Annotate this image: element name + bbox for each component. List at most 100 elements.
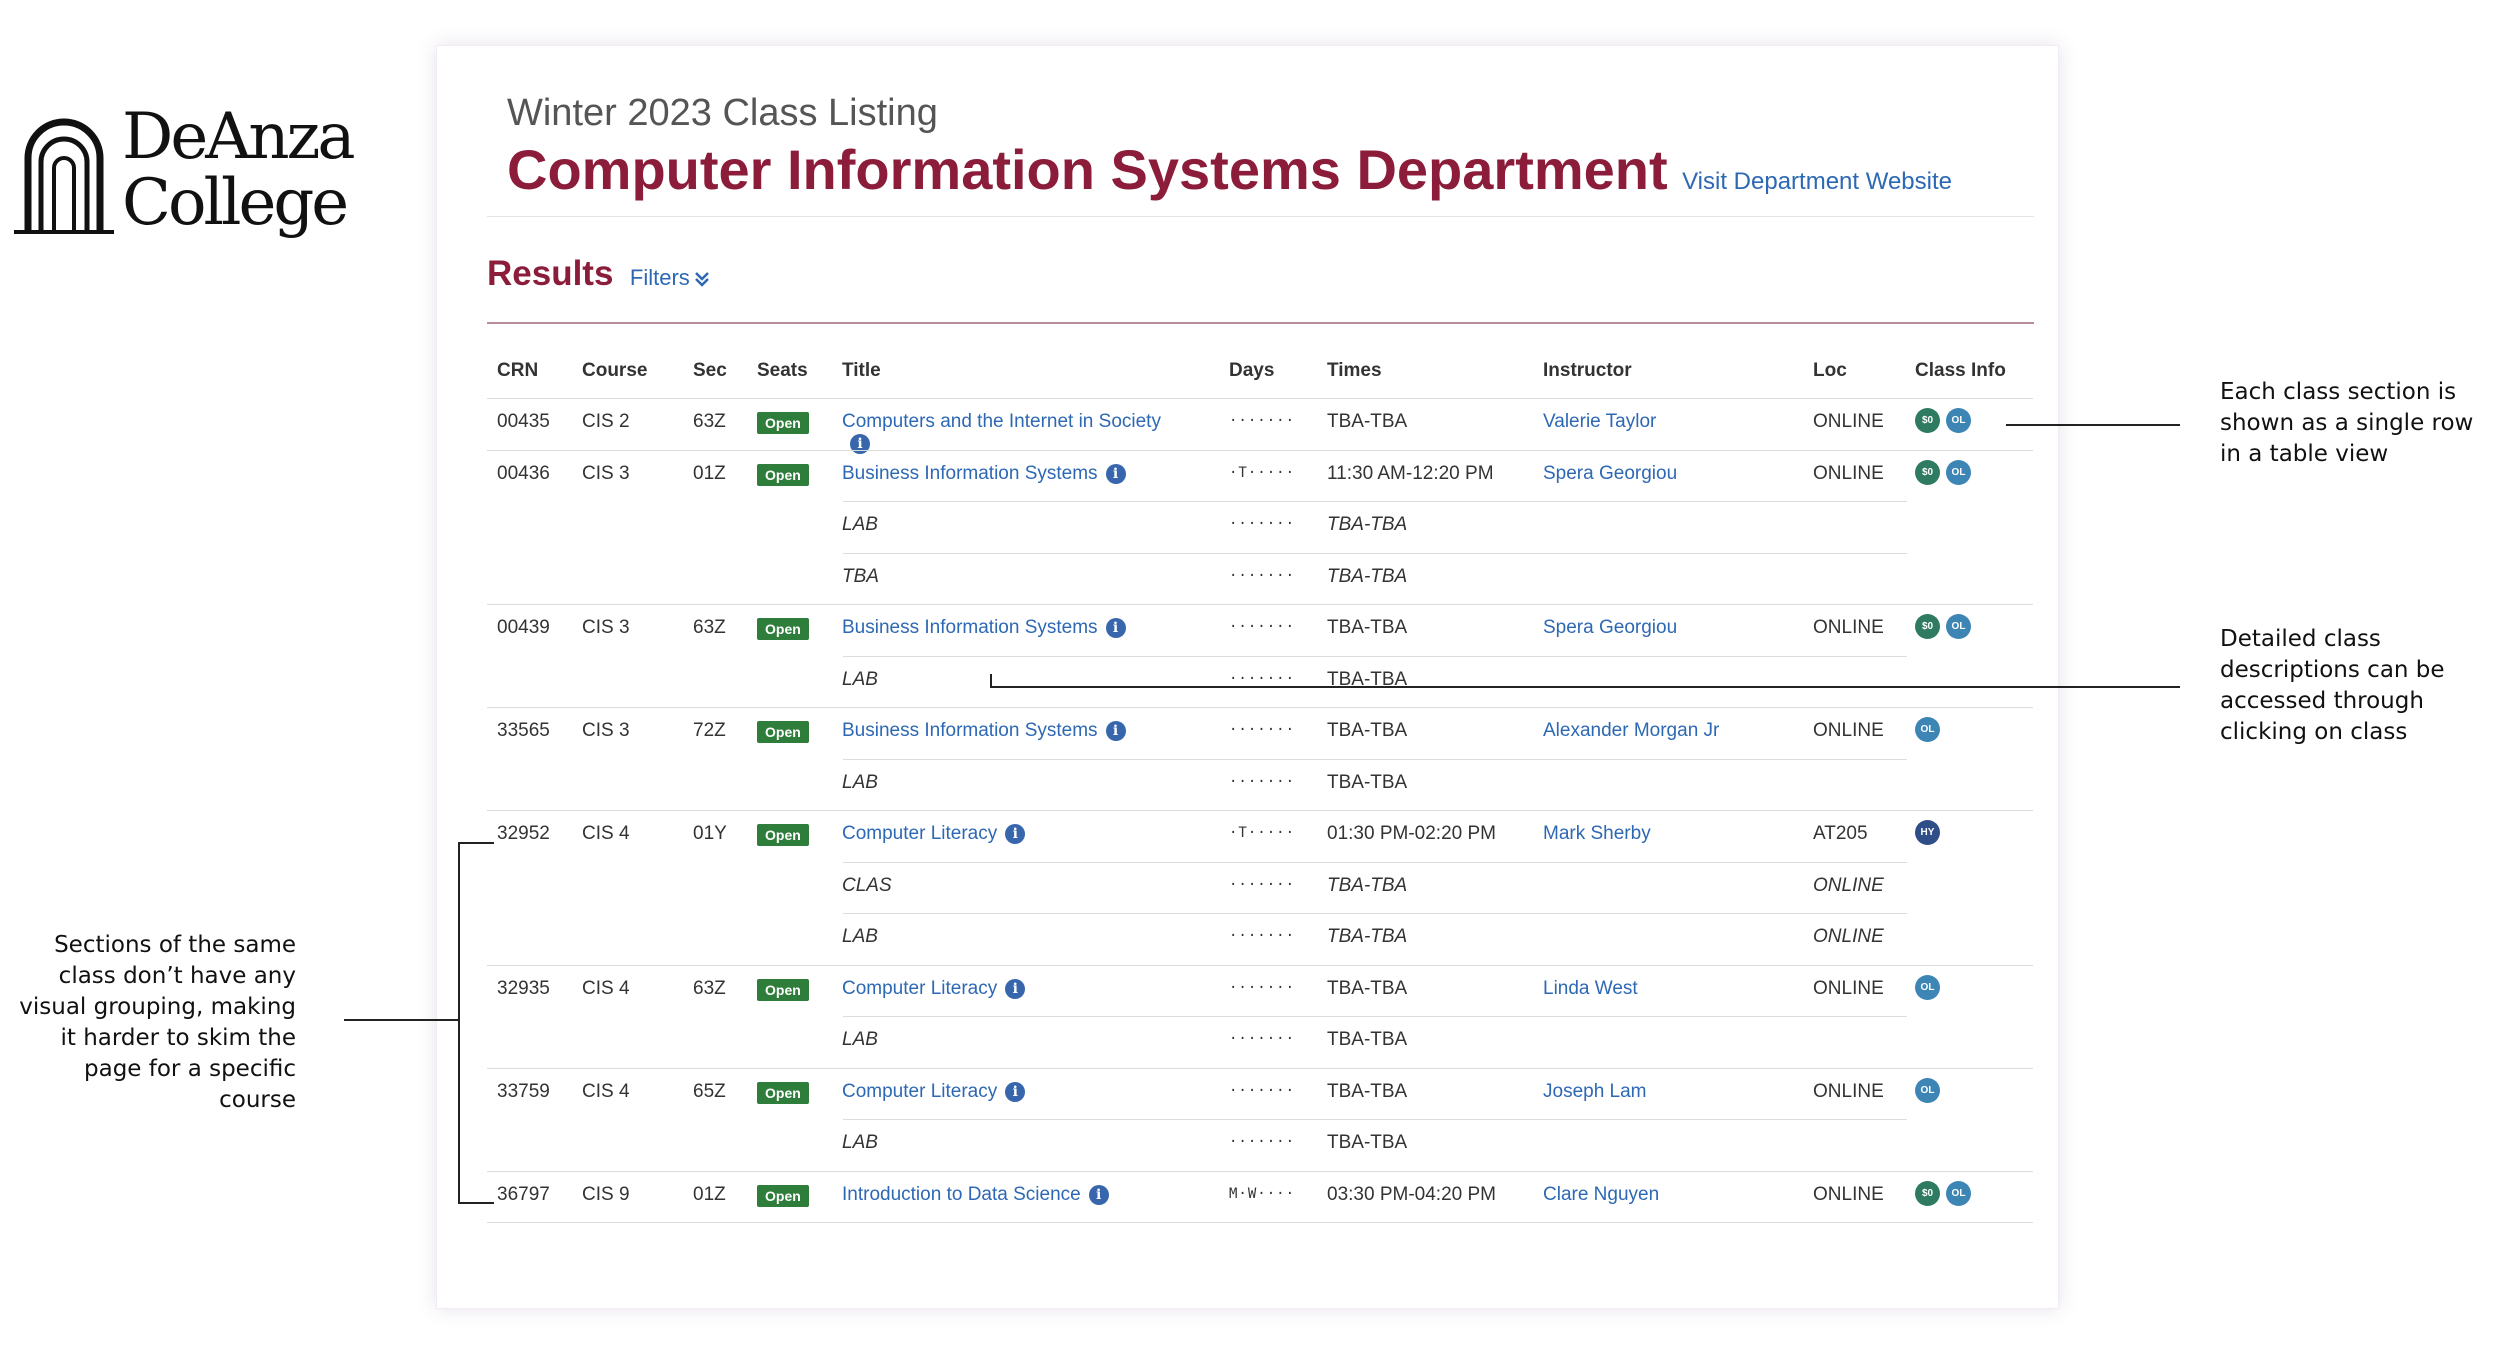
zero-cost-badge[interactable]: $0 [1915, 614, 1940, 639]
online-badge[interactable]: OL [1915, 717, 1940, 742]
class-title-link[interactable]: Introduction to Data Science i [842, 1184, 1109, 1206]
class-title-link[interactable]: Business Information Systems i [842, 463, 1126, 485]
meeting-type-cell: LAB [842, 668, 878, 690]
table-subrow: LAB ······· TBA-TBA [487, 501, 2033, 553]
info-icon[interactable]: i [1005, 978, 1026, 999]
page-subtitle: Winter 2023 Class Listing [507, 92, 938, 134]
filters-toggle[interactable]: Filters [630, 265, 710, 290]
times-cell: TBA-TBA [1327, 1132, 1408, 1153]
class-title-text[interactable]: Computer Literacy [842, 1081, 997, 1102]
days-cell: ·T····· [1229, 464, 1296, 481]
results-header: Results Filters [487, 254, 710, 294]
location-cell: ONLINE [1813, 1080, 1884, 1102]
table-row: 33759 CIS 4 65Z Open Computer Literacy i ·····… [487, 1068, 2033, 1120]
online-badge[interactable]: OL [1946, 459, 1971, 485]
table-subrow: LAB ······· TBA-TBA [487, 1119, 2033, 1171]
class-title-link[interactable]: Computer Literacy i [842, 978, 1026, 1000]
annotation-bracket [458, 842, 460, 1204]
instructor-link[interactable]: Mark Sherby [1543, 823, 1651, 845]
instructor-link[interactable]: Joseph Lam [1543, 1081, 1647, 1103]
times-cell: TBA-TBA [1327, 514, 1408, 535]
annotation-line [344, 1019, 460, 1021]
online-badge[interactable]: OL [1915, 1077, 1940, 1103]
class-title-text[interactable]: Computer Literacy [842, 823, 997, 844]
table-subrow: LAB ······· TBA-TBA [487, 656, 2033, 708]
times-cell: TBA-TBA [1327, 771, 1408, 793]
days-cell: ······· [1229, 567, 1296, 584]
class-info-badges: OL [1915, 1077, 1946, 1103]
instructor-link[interactable]: Clare Nguyen [1543, 1184, 1659, 1206]
th-title: Title [842, 360, 881, 381]
table-header-row: CRN Course Sec Seats Title Days Times Instructo… [487, 346, 2033, 398]
info-icon[interactable]: i [1105, 618, 1126, 638]
zero-cost-badge[interactable]: $0 [1915, 459, 1940, 485]
class-title-text[interactable]: Introduction to Data Science [842, 1184, 1081, 1205]
days-cell: ······· [1229, 1134, 1296, 1150]
annotation-tick [990, 674, 992, 688]
th-sec: Sec [693, 360, 727, 381]
meeting-type-cell: LAB [842, 1132, 878, 1153]
zero-cost-badge[interactable]: $0 [1915, 1180, 1940, 1206]
class-title-link[interactable]: Business Information Systems i [842, 720, 1126, 742]
class-title-text[interactable]: Business Information Systems [842, 720, 1098, 741]
instructor-link[interactable]: Alexander Morgan Jr [1543, 720, 1719, 742]
th-seats: Seats [757, 360, 808, 381]
department-website-link[interactable]: Visit Department Website [1682, 168, 1952, 195]
days-cell: ······· [1229, 1031, 1296, 1047]
instructor-link[interactable]: Spera Georgiou [1543, 617, 1677, 639]
annotation-descriptions: Detailed class descriptions can be acces… [2220, 626, 2445, 745]
crn-cell: 00435 [497, 411, 550, 432]
days-cell: ······· [1229, 979, 1296, 996]
class-info-badges: $0 OL [1915, 408, 1977, 433]
online-badge[interactable]: OL [1946, 408, 1971, 433]
class-title-text[interactable]: Computers and the Internet in Society [842, 411, 1161, 432]
info-icon[interactable]: i [1105, 463, 1126, 484]
meeting-type-cell: LAB [842, 1029, 878, 1050]
annotation-single-row: Each class section is shown as a single … [2220, 379, 2474, 467]
table-subrow: CLAS ······· TBA-TBA ONLINE [487, 862, 2033, 914]
crn-cell: 33759 [497, 1080, 550, 1102]
instructor-link[interactable]: Linda West [1543, 978, 1638, 1000]
meeting-type-cell: LAB [842, 771, 878, 793]
row-divider [487, 1222, 2033, 1223]
location-cell: ONLINE [1813, 462, 1884, 484]
table-row: 00436 CIS 3 01Z Open Business Information Sy… [487, 450, 2033, 502]
class-title-link[interactable]: Computer Literacy i [842, 823, 1026, 845]
section-cell: 65Z [693, 1080, 726, 1102]
seats-open-badge: Open [757, 618, 809, 640]
logo-wordmark: DeAnza College [122, 104, 355, 240]
class-title-text[interactable]: Computer Literacy [842, 978, 997, 999]
class-title-link[interactable]: Computer Literacy i [842, 1081, 1026, 1103]
class-title-text[interactable]: Business Information Systems [842, 463, 1098, 484]
instructor-link[interactable]: Valerie Taylor [1543, 411, 1656, 433]
hybrid-badge[interactable]: HY [1915, 820, 1940, 845]
section-cell: 01Z [693, 1183, 726, 1205]
info-icon[interactable]: i [1005, 1081, 1026, 1102]
times-cell: TBA-TBA [1327, 977, 1408, 999]
info-icon[interactable]: i [1105, 721, 1126, 741]
online-badge[interactable]: OL [1946, 1180, 1971, 1206]
seats-open-badge: Open [757, 721, 809, 743]
zero-cost-badge[interactable]: $0 [1915, 408, 1940, 433]
times-cell: TBA-TBA [1327, 411, 1408, 432]
crn-cell: 33565 [497, 720, 550, 741]
class-title-link[interactable]: Computers and the Internet in Society i [842, 411, 1161, 455]
class-info-badges: OL [1915, 717, 1946, 742]
info-icon[interactable]: i [1088, 1184, 1109, 1205]
info-icon[interactable]: i [1005, 824, 1026, 844]
location-cell: ONLINE [1813, 617, 1884, 638]
course-cell: CIS 9 [582, 1183, 630, 1205]
online-badge[interactable]: OL [1915, 974, 1940, 1000]
online-badge[interactable]: OL [1946, 614, 1971, 639]
class-title-link[interactable]: Business Information Systems i [842, 617, 1126, 639]
college-logo: DeAnza College [14, 104, 364, 244]
class-listing-panel: Winter 2023 Class Listing Computer Infor… [436, 45, 2059, 1309]
instructor-link[interactable]: Spera Georgiou [1543, 463, 1677, 485]
location-cell: ONLINE [1813, 720, 1884, 741]
section-cell: 63Z [693, 617, 726, 638]
class-title-text[interactable]: Business Information Systems [842, 617, 1098, 638]
logo-line2: College [122, 166, 349, 240]
days-cell: ······· [1229, 928, 1296, 944]
section-cell: 63Z [693, 411, 726, 432]
seats-open-badge: Open [757, 824, 809, 846]
